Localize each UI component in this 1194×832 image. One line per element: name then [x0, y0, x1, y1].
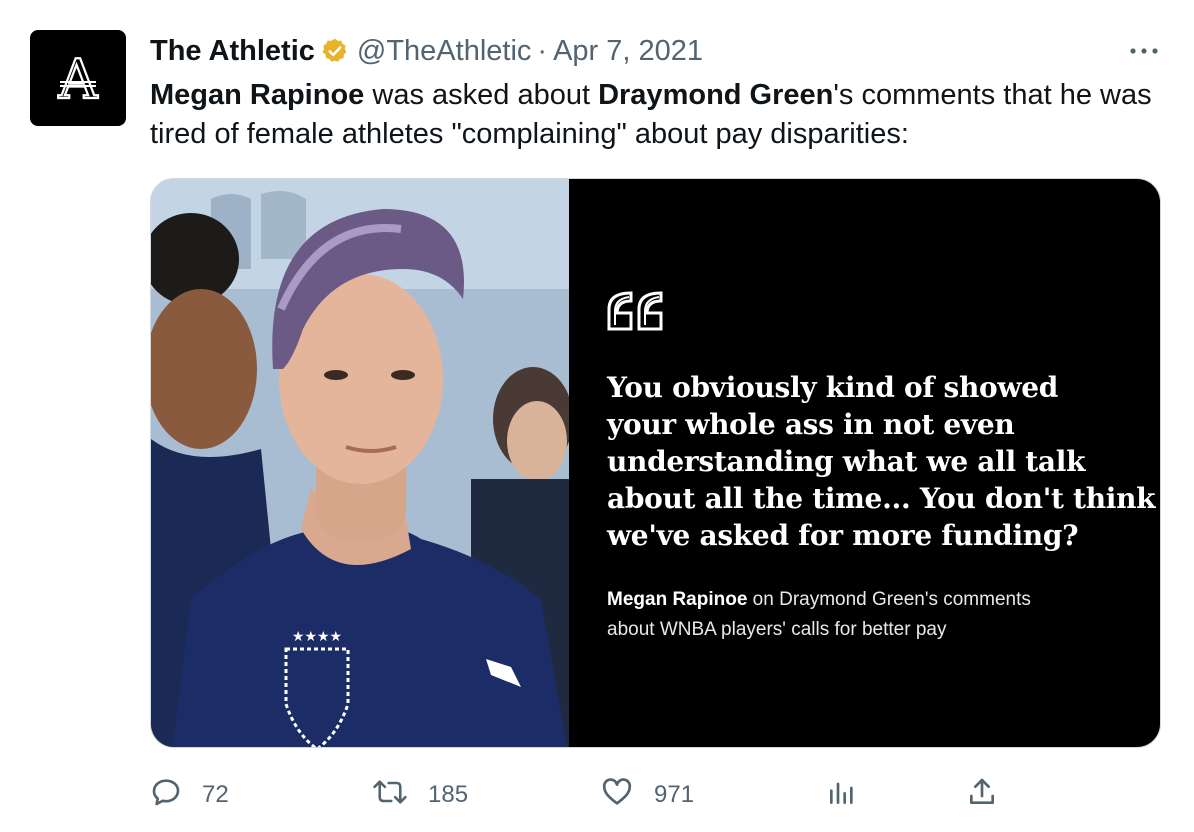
- tweet-text: Megan Rapinoe was asked about Draymond G…: [150, 76, 1160, 154]
- quote-line: You obviously kind of showed: [607, 371, 1059, 404]
- attribution-text: on Draymond Green's comments: [747, 589, 1031, 610]
- tweet-date[interactable]: Apr 7, 2021: [553, 35, 703, 68]
- author-avatar[interactable]: A: [30, 30, 126, 126]
- reply-count: 72: [202, 781, 229, 808]
- share-button[interactable]: [966, 772, 998, 818]
- quote-line: your whole ass in not even: [607, 408, 1015, 441]
- quote-attribution: Megan Rapinoe on Draymond Green's commen…: [607, 585, 1127, 645]
- retweet-button[interactable]: 185: [372, 772, 468, 818]
- tweet-media[interactable]: ★★★★ You obviously kind of showed your w…: [150, 178, 1161, 748]
- mention-green: Draymond Green: [598, 79, 834, 111]
- attribution-text: about WNBA players' calls for better pay: [607, 619, 947, 640]
- tweet-header: The Athletic @TheAthletic · Apr 7, 2021: [150, 32, 1164, 70]
- like-button[interactable]: 971: [600, 772, 694, 818]
- quote-text: You obviously kind of showed your whole …: [607, 369, 1160, 554]
- separator-dot: ·: [537, 34, 548, 67]
- verified-badge-icon: [321, 37, 349, 65]
- action-bar: 72 185 971: [150, 772, 1160, 818]
- share-icon: [966, 776, 998, 815]
- attribution-name: Megan Rapinoe: [607, 589, 748, 610]
- retweet-count: 185: [428, 781, 469, 808]
- quote-line: understanding what we all talk: [607, 445, 1086, 478]
- more-icon[interactable]: [1124, 32, 1164, 70]
- tweet-text-segment: was asked about: [364, 79, 599, 111]
- quote-line: we've asked for more funding?: [607, 519, 1079, 552]
- svg-text:A: A: [58, 48, 99, 108]
- quote-mark-icon: [605, 289, 669, 336]
- mention-rapinoe: Megan Rapinoe: [150, 79, 365, 111]
- like-count: 971: [654, 781, 695, 808]
- like-icon: [600, 776, 634, 815]
- svg-text:★★★★: ★★★★: [292, 628, 342, 644]
- retweet-icon: [372, 776, 408, 815]
- author-name[interactable]: The Athletic: [150, 35, 315, 68]
- athletic-logo: A: [56, 48, 99, 108]
- rapinoe-photo: ★★★★: [151, 179, 569, 747]
- author-handle[interactable]: @TheAthletic: [357, 35, 532, 68]
- reply-icon: [150, 776, 182, 815]
- quote-line: about all the time... You don't think: [607, 482, 1156, 515]
- views-icon: [826, 776, 858, 815]
- quote-panel: You obviously kind of showed your whole …: [569, 179, 1160, 747]
- views-button[interactable]: [826, 772, 858, 818]
- reply-button[interactable]: 72: [150, 772, 229, 818]
